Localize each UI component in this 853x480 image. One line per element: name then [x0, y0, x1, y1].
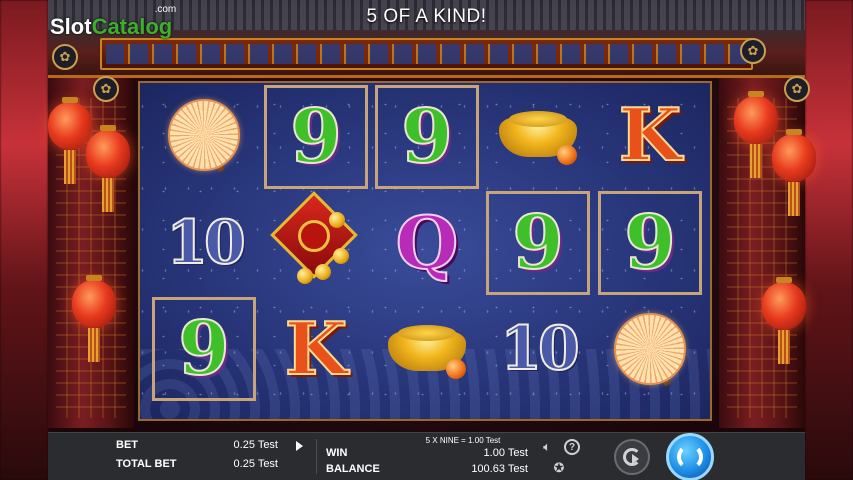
reel-5-row-1: K — [598, 83, 702, 187]
reel-4-row-3: 10 — [486, 297, 590, 401]
symbol-king: K — [618, 92, 683, 177]
fan-symbol-icon — [164, 95, 244, 175]
symbol-nine: 9 — [511, 200, 564, 286]
reel-2-row-3: K — [264, 297, 368, 401]
reel-4-row-2-winning: 9 — [486, 191, 590, 295]
reel-5-row-2-winning: 9 — [598, 191, 702, 295]
win-value: 1.00 Test — [483, 447, 528, 459]
lantern-icon — [762, 277, 806, 364]
bottom-control-bar: BET 0.25 Test TOTAL BET 0.25 Test 5 X NI… — [48, 432, 805, 480]
symbol-ten: 10 — [499, 314, 580, 384]
roof-ornament-band — [100, 38, 753, 70]
reel-3-row-2: Q — [375, 191, 479, 295]
gold-ingot-symbol-icon — [495, 105, 581, 165]
symbol-ten: 10 — [165, 208, 246, 278]
win-label: WIN — [326, 447, 348, 459]
spin-icon — [677, 444, 703, 470]
fan-symbol-icon — [610, 309, 690, 389]
reel-3-row-3 — [375, 297, 479, 401]
reel-3-row-1-winning: 9 — [375, 85, 479, 189]
bet-value: 0.25 Test — [233, 439, 278, 451]
spin-button[interactable] — [666, 433, 714, 480]
right-blurred-edge — [805, 0, 853, 480]
slotcatalog-logo: Slot Catalog .com — [50, 4, 176, 40]
reel-4-row-1 — [486, 83, 590, 187]
question-icon[interactable]: ? — [564, 439, 580, 455]
speaker-icon[interactable]: 🔈︎ — [538, 439, 556, 455]
divider — [316, 439, 317, 474]
scatter-symbol-icon — [270, 191, 361, 288]
logo-suffix: .com — [154, 4, 177, 15]
gold-ingot-symbol-icon — [384, 319, 470, 379]
left-blurred-edge — [0, 0, 48, 480]
reel-2-row-2 — [264, 191, 368, 295]
lantern-icon — [86, 125, 130, 212]
total-bet-value: 0.25 Test — [233, 458, 278, 470]
reel-1-row-3-winning: 9 — [152, 297, 256, 401]
logo-text-slot: Slot — [50, 14, 92, 39]
reel-1-row-2: 10 — [152, 191, 256, 295]
star-settings-icon[interactable]: ✪ — [550, 459, 568, 477]
reel-2-row-1-winning: 9 — [264, 85, 368, 189]
symbol-nine: 9 — [400, 94, 453, 180]
symbol-queen: Q — [395, 200, 460, 285]
bet-increase-arrow-icon[interactable] — [296, 441, 303, 451]
reel-grid: 10 9 9 K 9 Q 9 10 K 9 — [138, 81, 712, 421]
balance-label: BALANCE — [326, 463, 380, 475]
lantern-icon — [772, 129, 816, 216]
win-line-text: 5 X NINE = 1.00 Test — [425, 436, 501, 445]
symbol-nine: 9 — [289, 94, 342, 180]
medallion-icon: ✿ — [784, 76, 810, 102]
reel-5-row-3 — [598, 297, 702, 401]
lantern-icon — [48, 97, 92, 184]
symbol-king: K — [284, 306, 349, 391]
help-glyph: ? — [568, 441, 576, 453]
symbol-nine: 9 — [623, 200, 676, 286]
total-bet-label: TOTAL BET — [116, 458, 177, 470]
symbol-nine: 9 — [177, 306, 230, 392]
logo-text-catalog: Catalog — [91, 14, 173, 39]
lantern-icon — [734, 91, 778, 178]
medallion-icon: ✿ — [740, 38, 766, 64]
balance-value: 100.63 Test — [471, 463, 528, 475]
reel-1-row-1 — [152, 83, 256, 187]
lantern-icon — [72, 275, 116, 362]
medallion-icon: ✿ — [93, 76, 119, 102]
autoplay-button[interactable] — [614, 439, 650, 475]
medallion-icon: ✿ — [52, 44, 78, 70]
bet-label: BET — [116, 439, 138, 451]
